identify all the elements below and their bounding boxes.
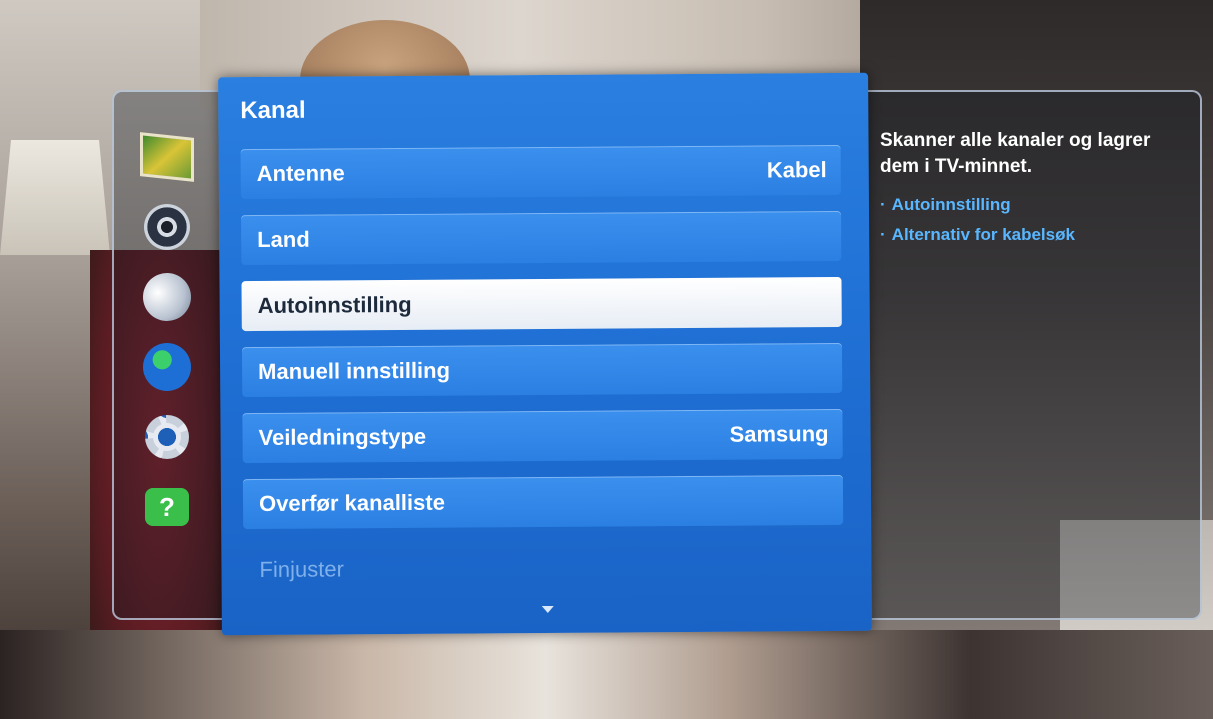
- help-description: Skanner alle kanaler og lagrer dem i TV-…: [880, 130, 1151, 177]
- support-icon-glyph: ?: [145, 488, 189, 526]
- picture-icon[interactable]: [140, 130, 194, 184]
- network-icon[interactable]: [140, 340, 194, 394]
- support-icon[interactable]: ?: [140, 480, 194, 534]
- menu-item-overfor-kanalliste[interactable]: Overfør kanalliste: [242, 474, 844, 530]
- menu-item-label: Autoinnstilling: [257, 291, 412, 319]
- menu-item-veiledningstype[interactable]: Veiledningstype Samsung: [242, 408, 843, 464]
- menu-item-manuell-innstilling[interactable]: Manuell innstilling: [241, 342, 843, 398]
- menu-item-label: Veiledningstype: [258, 423, 427, 451]
- category-sidebar: ?: [136, 130, 210, 550]
- menu-item-label: Manuell innstilling: [258, 357, 451, 385]
- bullet-icon: ·: [880, 225, 886, 244]
- help-link-label: Autoinnstilling: [891, 195, 1011, 214]
- broadcast-icon[interactable]: [136, 266, 198, 328]
- help-link-autoinnstilling[interactable]: · Autoinnstilling: [880, 190, 1180, 220]
- menu-item-label: Antenne: [256, 160, 345, 187]
- menu-item-label: Overfør kanalliste: [258, 489, 445, 516]
- menu-item-land[interactable]: Land: [241, 210, 842, 266]
- help-links: · Autoinnstilling · Alternativ for kabelsø…: [880, 190, 1180, 250]
- help-panel: Skanner alle kanaler og lagrer dem i TV-…: [880, 128, 1180, 250]
- background-bottom: [0, 630, 1213, 719]
- menu-item-label: Finjuster: [259, 556, 344, 582]
- menu-item-autoinnstilling[interactable]: Autoinnstilling: [241, 276, 842, 332]
- menu-item-value: Kabel: [766, 157, 827, 183]
- menu-item-antenne[interactable]: Antenne Kabel: [240, 144, 841, 200]
- help-link-alternativ-kabelsok[interactable]: · Alternativ for kabelsøk: [880, 220, 1180, 250]
- menu-item-label: Land: [257, 226, 310, 253]
- menu-item-finjuster: Finjuster: [243, 541, 843, 595]
- channel-menu-panel: Kanal Antenne Kabel Land Autoinnstilling…: [218, 72, 872, 636]
- help-link-label: Alternativ for kabelsøk: [891, 225, 1075, 244]
- scroll-down-arrow-icon[interactable]: [541, 605, 554, 614]
- menu-list: Antenne Kabel Land Autoinnstilling Manue…: [240, 144, 844, 611]
- menu-item-value: Samsung: [729, 421, 829, 447]
- background-lamp: [0, 140, 110, 255]
- sound-icon[interactable]: [140, 200, 194, 254]
- menu-title: Kanal: [240, 96, 306, 125]
- system-icon[interactable]: [140, 410, 194, 464]
- bullet-icon: ·: [880, 195, 886, 214]
